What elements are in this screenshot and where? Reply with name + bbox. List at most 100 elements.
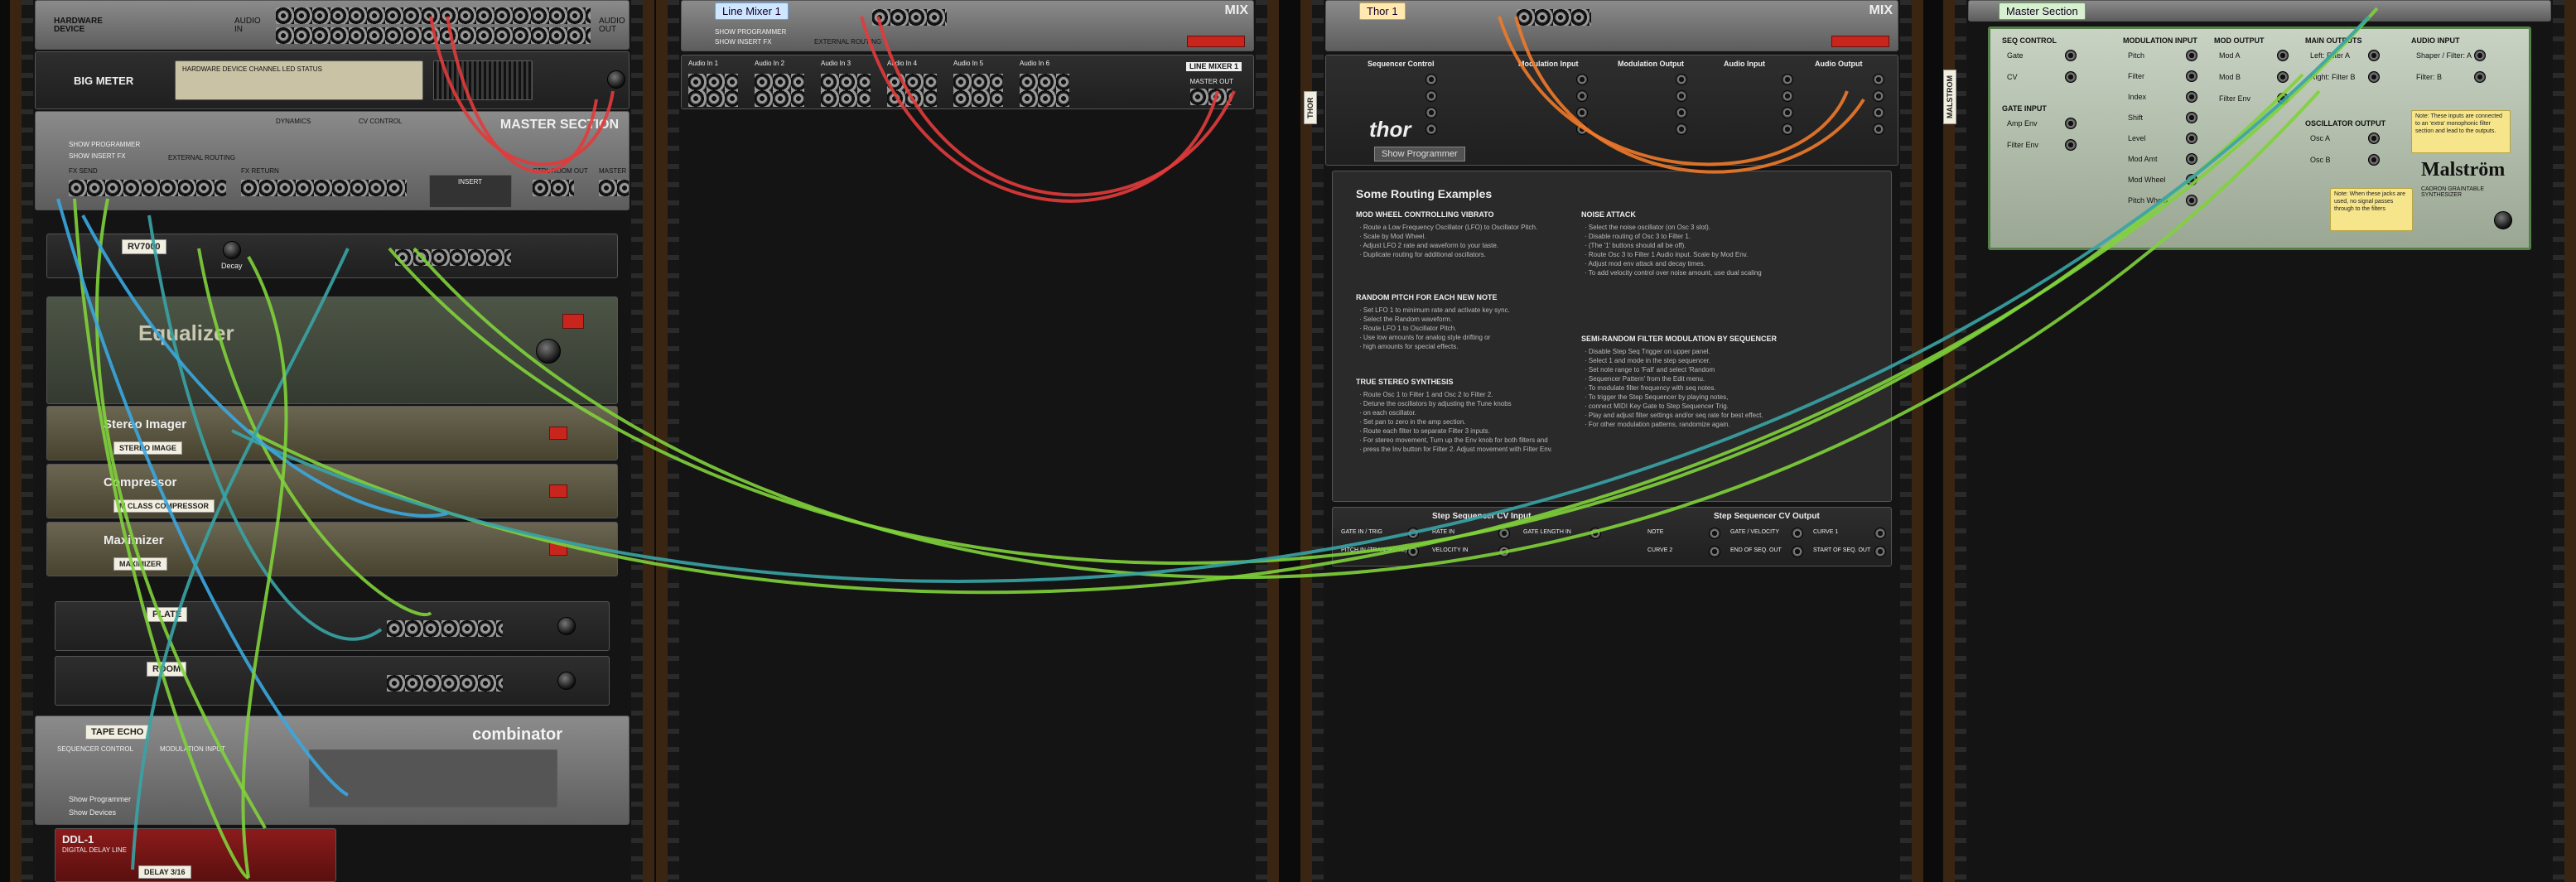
master-section[interactable]: MASTER SECTION SHOW PROGRAMMER SHOW INSE…	[35, 111, 630, 210]
step-out-jack[interactable]	[1874, 546, 1886, 557]
combinator-device[interactable]: TAPE ECHO combinator SEQUENCER CONTROL M…	[35, 716, 630, 825]
step-in-jack[interactable]	[1498, 546, 1510, 557]
mixer-master-out-jacks[interactable]	[1190, 89, 1232, 105]
mixer-show-insert-fx[interactable]: SHOW INSERT FX	[715, 39, 772, 46]
thor-jack[interactable]	[1576, 107, 1588, 118]
room-jacks[interactable]	[387, 675, 503, 692]
fx-send-jacks[interactable]	[69, 180, 226, 196]
line-mixer-name[interactable]: Line Mixer 1	[715, 2, 789, 20]
mixer-top-jacks[interactable]	[872, 9, 947, 26]
malstrom-jack[interactable]	[2186, 70, 2197, 82]
step-in-jack[interactable]	[1407, 528, 1419, 539]
rv7000-jacks[interactable]	[395, 249, 511, 266]
plate-device[interactable]: PLATE	[55, 601, 610, 651]
thor-jack[interactable]	[1576, 90, 1588, 102]
malstrom-jack[interactable]	[2186, 133, 2197, 144]
thor-jack[interactable]	[1873, 90, 1884, 102]
malstrom-jack[interactable]	[2474, 71, 2486, 83]
step-out-jack[interactable]	[1709, 546, 1720, 557]
thor-top-jacks[interactable]	[1517, 9, 1591, 26]
malstrom-jack[interactable]	[2065, 50, 2077, 61]
mixer-channel-jacks[interactable]	[1020, 74, 1069, 90]
malstrom-jack[interactable]	[2277, 93, 2289, 104]
malstrom-jack[interactable]	[2065, 71, 2077, 83]
thor-jack[interactable]	[1782, 90, 1793, 102]
big-meter[interactable]: BIG METER HARDWARE DEVICE CHANNEL LED ST…	[35, 51, 630, 109]
step-out-jack[interactable]	[1792, 528, 1803, 539]
master-section-tag[interactable]: Master Section	[1999, 2, 2086, 20]
hardware-device[interactable]: HARDWARE DEVICE AUDIO IN AUDIO OUT	[35, 0, 630, 50]
plate-knob[interactable]	[557, 617, 576, 635]
audio-in-jacks-2[interactable]	[276, 27, 591, 44]
thor-jack[interactable]	[1676, 74, 1687, 85]
thor-jack[interactable]	[1425, 107, 1437, 118]
thor-show-programmer-button[interactable]: Show Programmer	[1374, 147, 1465, 161]
thor-jack[interactable]	[1676, 123, 1687, 135]
thor-name[interactable]: Thor 1	[1359, 2, 1406, 20]
malstrom-jack[interactable]	[2186, 91, 2197, 103]
malstrom-jack[interactable]	[2277, 50, 2289, 61]
thor-jack[interactable]	[1425, 90, 1437, 102]
show-programmer-toggle[interactable]: Show Programmer	[69, 796, 131, 803]
big-meter-cable-knob[interactable]	[607, 70, 625, 89]
thor-jack[interactable]	[1782, 123, 1793, 135]
malstrom-jack[interactable]	[2186, 174, 2197, 186]
malstrom-jack[interactable]	[2277, 71, 2289, 83]
step-in-jack[interactable]	[1407, 546, 1419, 557]
mixer-channel-jacks-2[interactable]	[755, 90, 804, 107]
line-mixer-top[interactable]: Line Mixer 1 MIX SHOW PROGRAMMER SHOW IN…	[681, 0, 1254, 51]
room-device[interactable]: ROOM	[55, 656, 610, 706]
thor-back-panel[interactable]: Sequencer Control Modulation Input Modulat…	[1325, 55, 1898, 166]
mixer-channel-jacks-2[interactable]	[887, 90, 937, 107]
step-out-jack[interactable]	[1792, 546, 1803, 557]
malstrom-jack[interactable]	[2186, 195, 2197, 206]
ddl-device[interactable]: DDL-1 DIGITAL DELAY LINE DELAY 3/16	[55, 828, 336, 882]
equalizer-knob[interactable]	[536, 339, 561, 364]
mixer-channel-jacks-2[interactable]	[688, 90, 738, 107]
malstrom-jack[interactable]	[2368, 71, 2380, 83]
step-in-jack[interactable]	[1498, 528, 1510, 539]
thor-mixer-top[interactable]: Thor 1 MIX	[1325, 0, 1898, 51]
malstrom-jack[interactable]	[2186, 50, 2197, 61]
fx-return-jacks[interactable]	[241, 180, 407, 196]
step-sequencer-cv[interactable]: Step Sequencer CV Input Step Sequencer C…	[1332, 507, 1892, 566]
malstrom-back-panel[interactable]: SEQ CONTROL Gate CV GATE INPUT Amp Env Filter…	[1988, 27, 2531, 250]
thor-jack[interactable]	[1676, 107, 1687, 118]
malstrom-cable-knob[interactable]	[2494, 211, 2512, 229]
mixer-channel-jacks[interactable]	[887, 74, 937, 90]
plate-jacks[interactable]	[387, 620, 503, 637]
thor-jack[interactable]	[1425, 74, 1437, 85]
room-knob[interactable]	[557, 672, 576, 690]
thor-jack[interactable]	[1576, 123, 1588, 135]
mixer-show-programmer[interactable]: SHOW PROGRAMMER	[715, 29, 786, 36]
step-out-jack[interactable]	[1709, 528, 1720, 539]
mixer-channel-jacks[interactable]	[821, 74, 871, 90]
mixer-channel-jacks[interactable]	[755, 74, 804, 90]
thor-jack[interactable]	[1782, 74, 1793, 85]
line-mixer-back[interactable]: Audio In 1 Audio In 2 Audio In 3 Audio In 4…	[681, 55, 1254, 109]
show-programmer-label[interactable]: SHOW PROGRAMMER	[69, 142, 140, 148]
mixer-channel-jacks-2[interactable]	[953, 90, 1003, 107]
equalizer-device[interactable]: Equalizer	[46, 296, 618, 404]
thor-jack[interactable]	[1873, 74, 1884, 85]
step-out-jack[interactable]	[1874, 528, 1886, 539]
malstrom-jack[interactable]	[2065, 118, 2077, 129]
mixer-channel-jacks[interactable]	[953, 74, 1003, 90]
show-insert-fx-label[interactable]: SHOW INSERT FX	[69, 153, 126, 160]
malstrom-jack[interactable]	[2368, 50, 2380, 61]
stereo-imager-device[interactable]: Stereo Imager STEREO IMAGE	[46, 406, 618, 460]
thor-jack[interactable]	[1873, 123, 1884, 135]
malstrom-jack[interactable]	[2474, 50, 2486, 61]
malstrom-jack[interactable]	[2368, 154, 2380, 166]
malstrom-jack[interactable]	[2065, 139, 2077, 151]
compressor-device[interactable]: Compressor M CLASS COMPRESSOR	[46, 464, 618, 518]
mixer-channel-jacks-2[interactable]	[821, 90, 871, 107]
rv7000-decay-knob[interactable]	[223, 241, 241, 259]
thor-jack[interactable]	[1576, 74, 1588, 85]
maximizer-device[interactable]: Maximizer MAXIMIZER	[46, 522, 618, 576]
ctrl-room-jacks[interactable]	[533, 180, 574, 196]
show-devices-toggle[interactable]: Show Devices	[69, 809, 116, 817]
rv7000-device[interactable]: RV7000 Decay	[46, 234, 618, 278]
malstrom-jack[interactable]	[2368, 133, 2380, 144]
thor-jack[interactable]	[1425, 123, 1437, 135]
